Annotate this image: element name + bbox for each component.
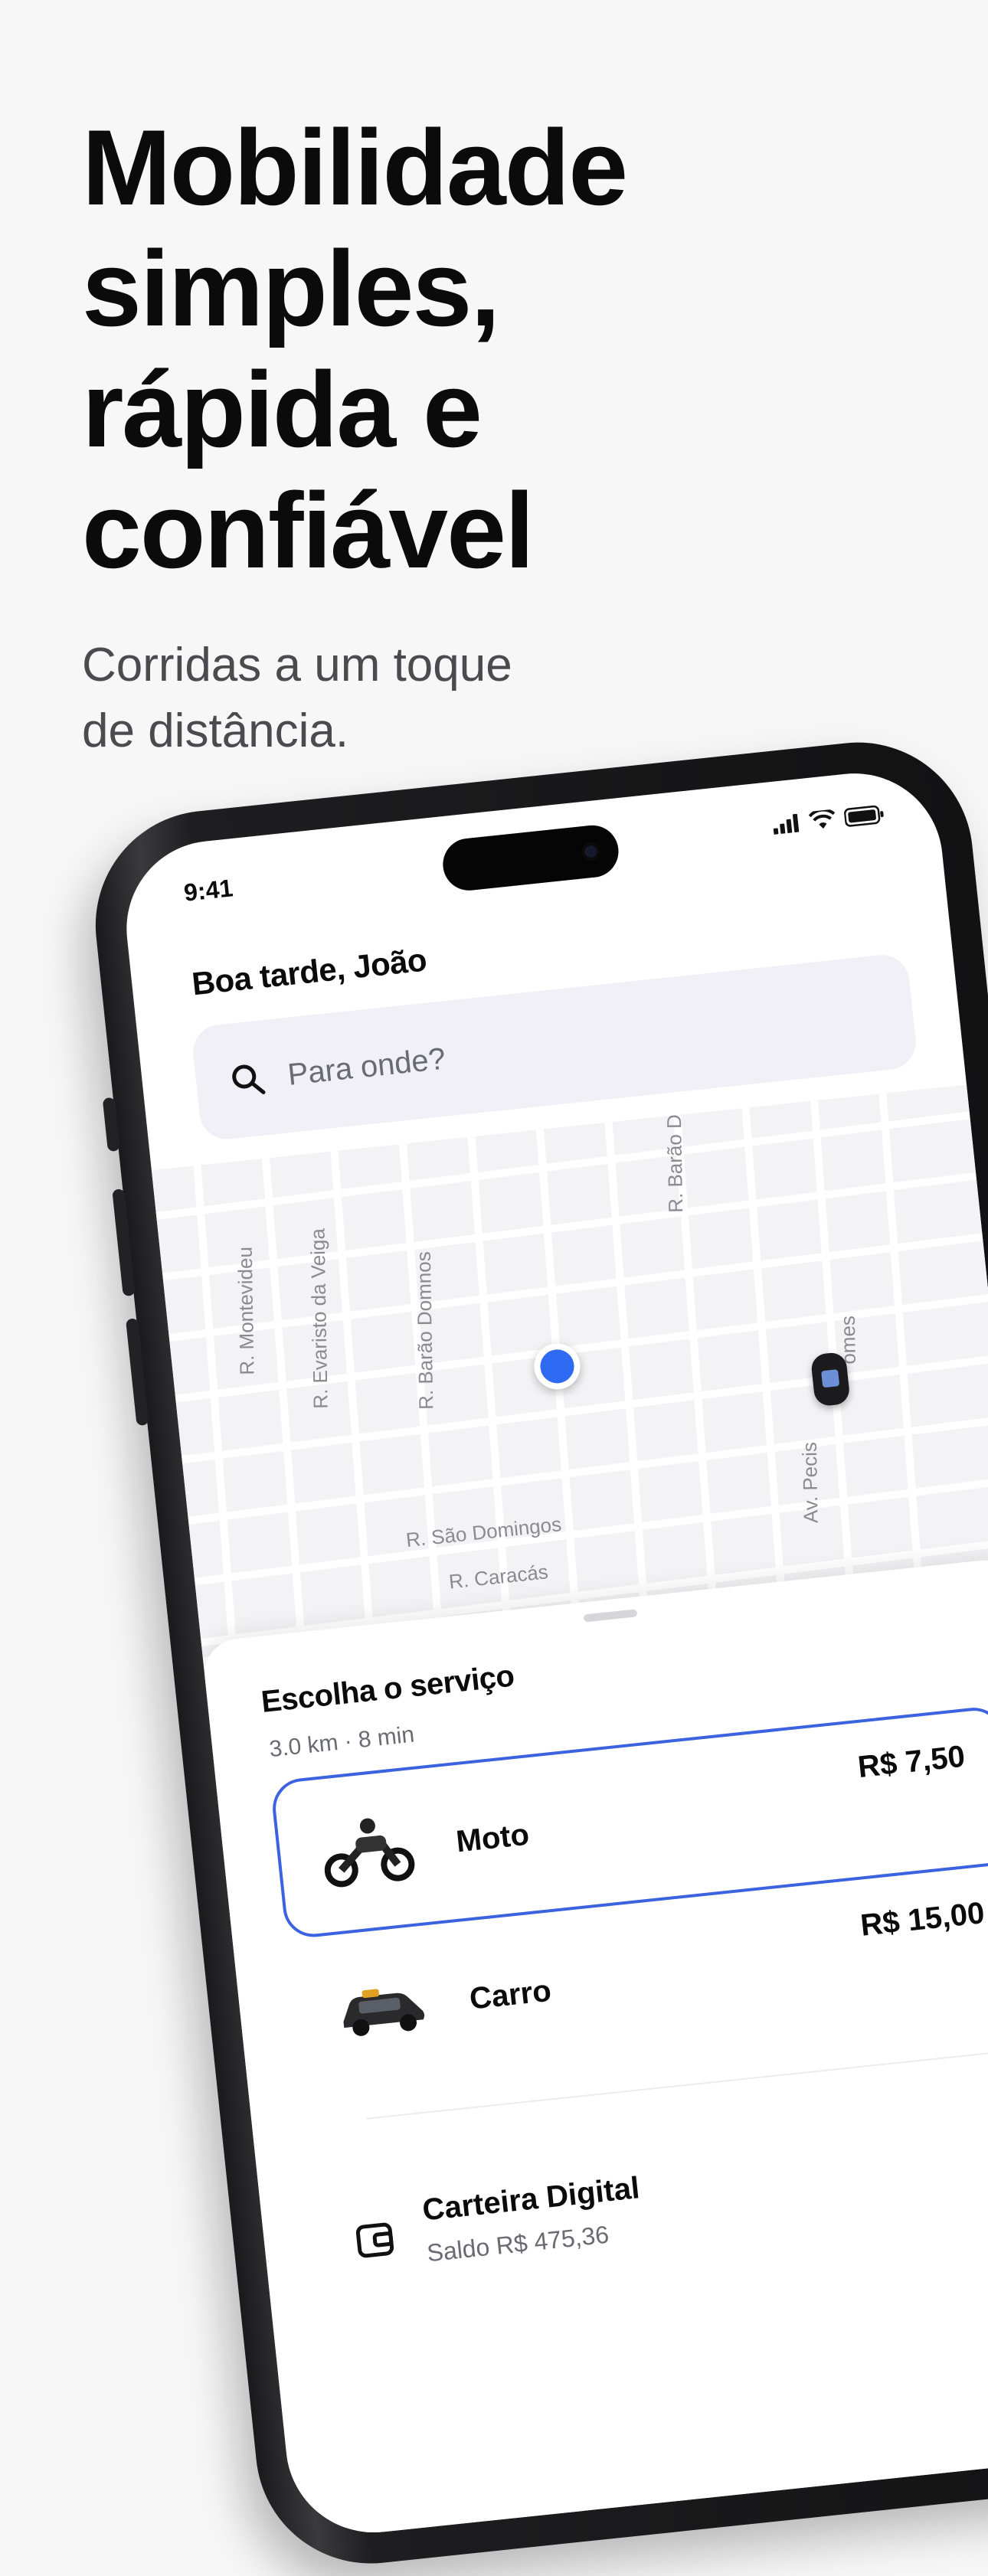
map[interactable]: R. Montevideu R. Evaristo da Veiga R. Ba…: [151, 1084, 988, 1658]
hero-title-line: Mobilidade: [82, 107, 628, 227]
driver-car-icon[interactable]: [810, 1351, 851, 1407]
street-label: R. Montevideu: [233, 1246, 259, 1375]
sheet-grabber[interactable]: [583, 1609, 638, 1623]
street-label: Av. Pecis: [797, 1441, 823, 1524]
hero-title: Mobilidade simples, rápida e confiável: [82, 107, 848, 591]
hero-subtitle: Corridas a um toque de distância.: [82, 633, 771, 764]
phone-mockup: 9:41 Boa tarde, João Para onde? R. Monte…: [84, 731, 988, 2575]
status-time: 9:41: [182, 874, 234, 907]
signal-icon: [772, 813, 802, 839]
street-label: R. Barão Da: [662, 1103, 688, 1214]
wallet-balance: Saldo R$ 475,36: [425, 2220, 610, 2267]
hero-subtitle-line: de distância.: [82, 704, 349, 757]
car-icon: [320, 1957, 444, 2060]
camera-icon: [581, 841, 601, 862]
search-icon: [228, 1060, 267, 1099]
hero-subtitle-line: Corridas a um toque: [82, 639, 512, 691]
dynamic-island: [440, 822, 621, 894]
sheet-title: Escolha o serviço: [259, 1659, 516, 1719]
street-label: R. Evaristo da Veiga: [306, 1228, 332, 1409]
street-label: R. Barão Domnos: [411, 1251, 438, 1411]
wallet-row[interactable]: Carteira Digital Saldo R$ 475,36: [350, 2107, 988, 2287]
service-sheet: Escolha o serviço 3.0 km · 8 min Moto R$…: [201, 1557, 988, 2542]
hero-title-line: simples,: [82, 228, 500, 348]
motorcycle-icon: [307, 1800, 431, 1903]
search-input[interactable]: [284, 1008, 749, 1093]
hero-title-line: rápida e: [82, 349, 483, 469]
wallet-icon: [355, 2221, 395, 2263]
hero-title-line: confiável: [82, 470, 535, 590]
greeting: Boa tarde, João: [190, 941, 429, 1002]
battery-icon: [843, 804, 885, 832]
service-name: Moto: [454, 1817, 531, 1858]
wallet-title: Carteira Digital: [420, 2171, 642, 2228]
wifi-icon: [808, 808, 837, 835]
trip-info: 3.0 km · 8 min: [268, 1721, 416, 1763]
status-icons: [772, 804, 885, 839]
